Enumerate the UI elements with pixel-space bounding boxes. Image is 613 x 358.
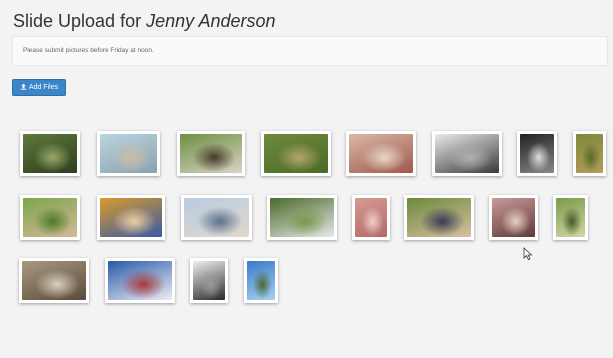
photo-image [407, 198, 471, 237]
photo-thumbnail[interactable] [553, 195, 588, 240]
photo-image [180, 134, 242, 173]
photo-thumbnail[interactable] [517, 131, 557, 176]
photo-image [100, 198, 162, 237]
photo-image [435, 134, 499, 173]
page-title-name: Jenny Anderson [146, 11, 276, 31]
photo-image [556, 198, 585, 237]
upload-icon [20, 83, 27, 92]
photo-image [264, 134, 328, 173]
photo-image [355, 198, 387, 237]
photo-thumbnail[interactable] [190, 258, 228, 303]
photo-thumbnail[interactable] [244, 258, 278, 303]
photo-thumbnail[interactable] [20, 195, 80, 240]
page-title: Slide Upload for Jenny Anderson [13, 11, 276, 32]
photo-thumbnail[interactable] [489, 195, 538, 240]
page-title-prefix: Slide Upload for [13, 11, 142, 31]
photo-image [193, 261, 225, 300]
mouse-cursor-icon [523, 247, 533, 261]
photo-image [100, 134, 157, 173]
photo-thumbnail[interactable] [97, 131, 160, 176]
photo-image [492, 198, 535, 237]
photo-image [22, 261, 86, 300]
photo-thumbnail[interactable] [181, 195, 252, 240]
photo-thumbnail[interactable] [19, 258, 89, 303]
photo-thumbnail[interactable] [432, 131, 502, 176]
photo-thumbnail[interactable] [346, 131, 416, 176]
photo-thumbnail[interactable] [20, 131, 80, 176]
photo-thumbnail[interactable] [352, 195, 390, 240]
photo-image [270, 198, 334, 237]
photo-image [576, 134, 603, 173]
photo-thumbnail[interactable] [97, 195, 165, 240]
photo-image [247, 261, 275, 300]
photo-thumbnail[interactable] [573, 131, 606, 176]
photo-image [349, 134, 413, 173]
photo-image [184, 198, 249, 237]
photo-image [23, 198, 77, 237]
photo-thumbnail[interactable] [261, 131, 331, 176]
photo-image [108, 261, 172, 300]
notice-text: Please submit pictures before Friday at … [23, 47, 154, 54]
notice-panel: Please submit pictures before Friday at … [12, 36, 608, 66]
photo-image [23, 134, 77, 173]
photo-thumbnail[interactable] [404, 195, 474, 240]
add-files-label: Add Files [28, 84, 59, 91]
photo-thumbnail[interactable] [267, 195, 337, 240]
photo-image [520, 134, 554, 173]
photo-thumbnail[interactable] [177, 131, 245, 176]
add-files-button[interactable]: Add Files [12, 79, 66, 96]
photo-thumbnail[interactable] [105, 258, 175, 303]
